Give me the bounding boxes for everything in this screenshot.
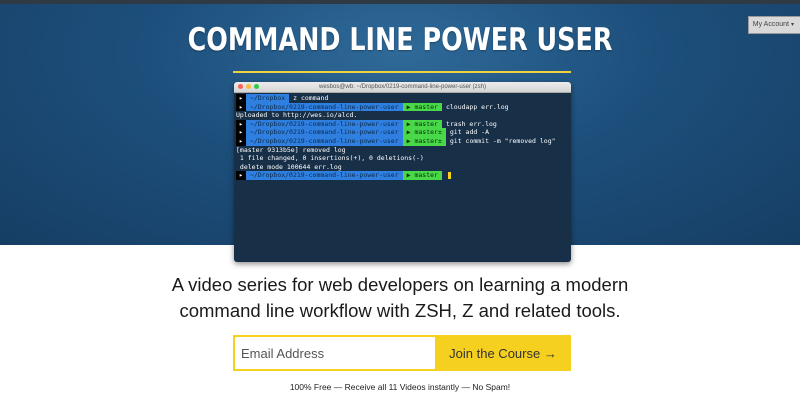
- prompt-branch: ▶ master: [402, 119, 442, 129]
- prompt-arrow-icon: ▸: [236, 136, 246, 146]
- terminal-body: ▸ ~/Dropbox z command ▸ ~/Dropbox/0219-comma…: [234, 93, 571, 181]
- prompt-arrow-icon: ▸: [236, 94, 246, 103]
- prompt-path: ~/Dropbox/0219-command-line-power-user: [245, 119, 403, 129]
- output-text: 1 file changed, 0 insertions(+), 0 delet…: [236, 154, 424, 163]
- prompt-arrow-icon: ▸: [236, 102, 246, 112]
- terminal-prompt-line: ▸ ~/Dropbox/0219-command-line-power-user ▶…: [236, 136, 569, 146]
- terminal-output-line: 1 file changed, 0 insertions(+), 0 delet…: [236, 154, 569, 163]
- prompt-arrow-icon: ▸: [236, 128, 246, 137]
- terminal-titlebar: wesbos@wb: ~/Dropbox/0219-command-line-p…: [234, 82, 571, 93]
- chevron-down-icon: ▾: [790, 22, 794, 28]
- terminal-window: wesbos@wb: ~/Dropbox/0219-command-line-p…: [234, 82, 571, 262]
- prompt-path: ~/Dropbox/0219-command-line-power-user: [245, 136, 403, 146]
- signup-form: Join the Course →: [233, 335, 571, 371]
- email-input[interactable]: [233, 335, 435, 371]
- signup-footnote: 100% Free — Receive all 11 Videos instan…: [289, 382, 511, 392]
- title-underline: [233, 71, 571, 73]
- join-course-button[interactable]: Join the Course →: [435, 335, 571, 371]
- terminal-prompt-line: ▸ ~/Dropbox/0219-command-line-power-user ▶…: [236, 102, 569, 112]
- output-text: [master 9313b5e] removed log: [236, 145, 346, 154]
- tagline-line-2: command line workflow with ZSH, Z and re…: [179, 300, 621, 321]
- prompt-arrow-icon: ▸: [236, 171, 246, 180]
- tagline-line-1: A video series for web developers on lea…: [171, 274, 629, 295]
- prompt-branch: ▶ master±: [402, 128, 446, 137]
- prompt-command: z command: [293, 94, 329, 102]
- terminal-prompt-line: ▸ ~/Dropbox/0219-command-line-power-user ▶…: [236, 128, 569, 137]
- prompt-arrow-icon: ▸: [236, 119, 246, 129]
- tagline: A video series for web developers on lea…: [0, 272, 800, 324]
- prompt-path: ~/Dropbox/0219-command-line-power-user: [245, 171, 403, 180]
- prompt-branch: ▶ master: [402, 171, 442, 180]
- terminal-title: wesbos@wb: ~/Dropbox/0219-command-line-p…: [319, 84, 486, 90]
- terminal-prompt-line: ▸ ~/Dropbox/0219-command-line-power-user ▶…: [236, 171, 569, 180]
- my-account-label: My Account: [752, 21, 789, 28]
- page-title: COMMAND LINE POWER USER: [187, 22, 613, 58]
- terminal-prompt-line: ▸ ~/Dropbox/0219-command-line-power-user ▶…: [236, 119, 569, 129]
- terminal-cursor: [447, 172, 451, 180]
- prompt-command: cloudapp err.log: [445, 102, 509, 111]
- prompt-command: git commit -m "removed log": [449, 136, 556, 145]
- prompt-command: git add -A: [449, 128, 490, 137]
- prompt-path: ~/Dropbox/0219-command-line-power-user: [245, 128, 403, 137]
- prompt-command: trash err.log: [445, 119, 497, 128]
- prompt-branch: ▶ master±: [402, 136, 446, 146]
- terminal-output-line: Uploaded to http://wes.io/alcd.: [236, 111, 569, 120]
- terminal-output-line: [master 9313b5e] removed log: [236, 146, 569, 155]
- terminal-prompt-line: ▸ ~/Dropbox z command: [236, 94, 569, 103]
- prompt-path: ~/Dropbox/0219-command-line-power-user: [245, 102, 403, 112]
- prompt-path: ~/Dropbox: [245, 94, 290, 103]
- output-text: Uploaded to http://wes.io/alcd.: [236, 111, 358, 120]
- my-account-button[interactable]: My Account ▾: [747, 16, 800, 34]
- terminal-output-line: delete mode 100644 err.log: [236, 163, 569, 172]
- prompt-branch: ▶ master: [402, 102, 442, 112]
- output-text: delete mode 100644 err.log: [236, 162, 342, 171]
